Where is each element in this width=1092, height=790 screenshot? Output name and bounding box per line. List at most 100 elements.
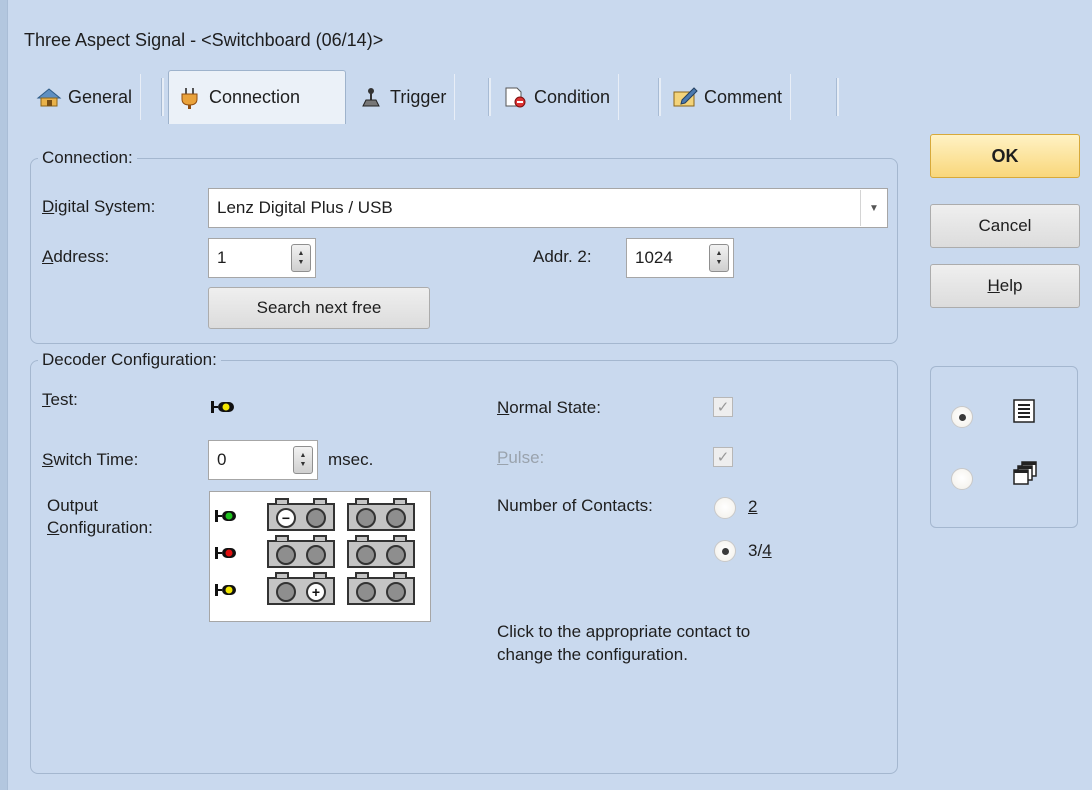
contacts-option-3-4-underlined: 4	[762, 541, 772, 560]
contacts-option-2-text: 2	[748, 497, 758, 516]
window-title: Three Aspect Signal - <Switchboard (06/1…	[24, 30, 384, 50]
plug-icon	[177, 87, 203, 109]
contact-block[interactable]: −	[267, 498, 335, 531]
contact-icon[interactable]	[386, 508, 406, 528]
contacts-radio-2[interactable]	[714, 497, 736, 519]
tab-condition[interactable]: Condition	[494, 74, 620, 120]
contact-icon[interactable]	[356, 545, 376, 565]
output-config-label-line1: Output	[47, 496, 99, 515]
chevron-down-icon[interactable]: ▼	[860, 190, 887, 226]
contact-icon[interactable]	[276, 582, 296, 602]
pulse-checkbox[interactable]: ✓	[713, 447, 733, 467]
trigger-icon	[358, 86, 384, 108]
address-value: 1	[217, 248, 227, 267]
spin-arrows-icon[interactable]: ▲ ▼	[291, 244, 311, 272]
digital-system-select[interactable]: Lenz Digital Plus / USB ▼	[208, 188, 888, 228]
condition-icon	[502, 86, 528, 108]
contact-block[interactable]	[347, 535, 415, 568]
yellow-signal-icon	[215, 584, 236, 596]
connection-group	[30, 158, 898, 344]
contact-block[interactable]: +	[267, 572, 335, 605]
minus-contact-icon[interactable]: −	[276, 508, 296, 528]
pulse-label: Pulse:	[497, 448, 545, 467]
hint-line-1: Click to the appropriate contact to	[497, 622, 751, 641]
tab-separator	[161, 78, 164, 116]
tab-trigger-label: Trigger	[390, 86, 447, 107]
multi-window-icon	[1013, 461, 1037, 485]
output-config-grid[interactable]: − +	[209, 491, 431, 622]
view-mode-radio-list[interactable]	[951, 406, 973, 428]
tab-general[interactable]: General	[28, 74, 142, 120]
tab-condition-label: Condition	[534, 86, 611, 107]
switch-time-label: Switch Time:	[42, 450, 139, 469]
address-stepper[interactable]: 1 ▲ ▼	[208, 238, 316, 278]
switch-time-stepper[interactable]: 0 ▲ ▼	[208, 440, 318, 480]
switch-time-unit: msec.	[328, 450, 374, 469]
contact-block[interactable]	[347, 572, 415, 605]
tab-connection-label: Connection	[209, 87, 301, 107]
spin-arrows-icon[interactable]: ▲ ▼	[709, 244, 729, 272]
contact-icon[interactable]	[306, 545, 326, 565]
tab-trigger[interactable]: Trigger	[350, 74, 456, 120]
addr2-stepper[interactable]: 1024 ▲ ▼	[626, 238, 734, 278]
pulse-label-rest: ulse:	[508, 448, 545, 467]
address-label: Address:	[42, 247, 110, 266]
tab-connection[interactable]: Connection	[168, 70, 346, 124]
contact-block[interactable]	[267, 535, 335, 568]
tab-comment[interactable]: Comment	[664, 74, 792, 120]
contact-icon[interactable]	[276, 545, 296, 565]
contacts-radio-3-4[interactable]	[714, 540, 736, 562]
tab-bar: General Connection Trigger Condition Com…	[22, 68, 840, 124]
green-signal-icon	[215, 510, 236, 522]
view-mode-radio-windows[interactable]	[951, 468, 973, 490]
list-view-icon	[1013, 399, 1035, 423]
addr2-label: Addr. 2:	[533, 247, 592, 266]
plus-contact-icon[interactable]: +	[306, 582, 326, 602]
test-label: Test:	[42, 390, 78, 409]
digital-system-label-rest: igital System:	[54, 197, 156, 216]
search-next-free-button[interactable]: Search next free	[208, 287, 430, 329]
window-border	[0, 0, 8, 790]
help-button-rest: elp	[999, 276, 1023, 295]
tab-separator	[488, 78, 491, 116]
output-config-label-line2: Configuration:	[47, 518, 153, 537]
contacts-label: Number of Contacts:	[497, 496, 653, 515]
normal-state-label-rest: ormal State:	[509, 398, 601, 417]
contacts-option-3-4-text: 3/	[748, 541, 763, 560]
comment-icon	[672, 86, 698, 108]
general-icon	[36, 86, 62, 108]
address-label-rest: ddress:	[53, 247, 110, 266]
addr2-value: 1024	[635, 248, 673, 267]
hint-line-2: change the configuration.	[497, 645, 688, 664]
ok-button[interactable]: OK	[930, 134, 1080, 178]
output-config-label-rest: onfiguration:	[59, 518, 153, 537]
contact-icon[interactable]	[356, 582, 376, 602]
digital-system-value: Lenz Digital Plus / USB	[217, 198, 393, 217]
tab-separator	[658, 78, 661, 116]
tab-general-label: General	[68, 86, 133, 107]
contact-icon[interactable]	[386, 582, 406, 602]
contacts-option-2-label: 2	[748, 497, 757, 517]
spin-arrows-icon[interactable]: ▲ ▼	[293, 446, 313, 474]
contact-block[interactable]	[347, 498, 415, 531]
view-mode-group	[930, 366, 1078, 528]
contacts-option-3-4-label: 3/4	[748, 541, 772, 561]
cancel-button[interactable]: Cancel	[930, 204, 1080, 248]
help-button-mnemonic: H	[987, 276, 1000, 295]
red-signal-icon	[215, 547, 236, 559]
switch-time-value: 0	[217, 450, 227, 469]
tab-separator	[836, 78, 839, 116]
connection-group-label: Connection:	[38, 148, 137, 168]
tab-comment-label: Comment	[704, 86, 783, 107]
normal-state-checkbox[interactable]: ✓	[713, 397, 733, 417]
contact-icon[interactable]	[306, 508, 326, 528]
test-signal-icon[interactable]	[210, 400, 236, 414]
normal-state-label: Normal State:	[497, 398, 601, 417]
contact-icon[interactable]	[386, 545, 406, 565]
test-label-rest: est:	[50, 390, 78, 409]
digital-system-label: Digital System:	[42, 197, 156, 216]
switch-time-label-rest: witch Time:	[53, 450, 139, 469]
help-button[interactable]: Help	[930, 264, 1080, 308]
decoder-config-group-label: Decoder Configuration:	[38, 350, 221, 370]
contact-icon[interactable]	[356, 508, 376, 528]
